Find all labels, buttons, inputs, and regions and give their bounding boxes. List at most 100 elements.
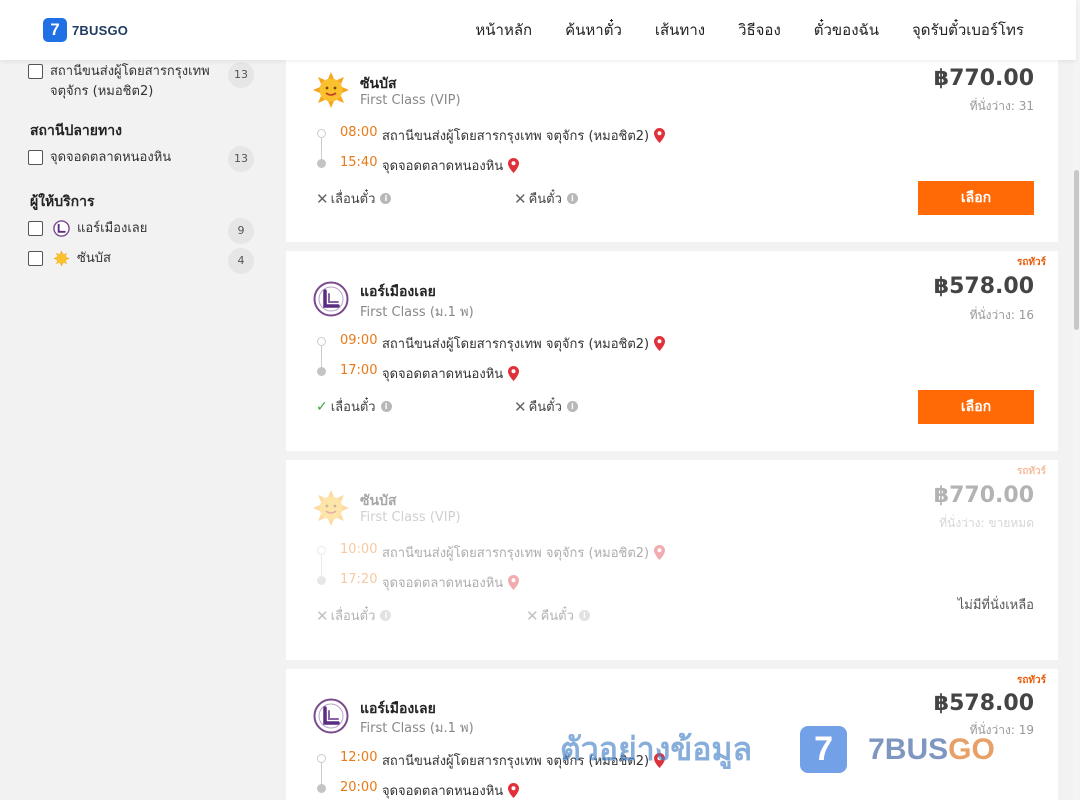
map-pin-icon[interactable] xyxy=(508,783,520,798)
filter-count: 13 xyxy=(228,62,254,88)
not-allowed-icon: ✕ xyxy=(514,397,527,416)
arrival-time: 20:00 xyxy=(340,780,378,795)
arrival-station: จุดจอดตลาดหนองหิน xyxy=(382,363,520,384)
air-mueang-loei-logo-icon xyxy=(313,281,349,317)
filter-origin-station[interactable]: สถานีขนส่งผู้โดยสารกรุงเทพ จตุจักร (หมอช… xyxy=(28,62,256,102)
nav-ticket-points[interactable]: จุดรับตั๋วเบอร์โทร xyxy=(912,18,1024,42)
map-pin-icon[interactable] xyxy=(654,336,666,351)
filter-count: 9 xyxy=(228,218,254,244)
watermark-text: ตัวอย่างข้อมูล xyxy=(560,730,753,768)
not-allowed-icon: ✕ xyxy=(526,606,539,625)
select-trip-button[interactable]: เลือก xyxy=(918,181,1034,215)
info-icon[interactable]: i xyxy=(380,193,392,204)
arrival-time: 15:40 xyxy=(340,155,378,170)
filter-label: จุดจอดตลาดหนองหิน xyxy=(50,150,172,165)
bus-type-tag: รถทัวร์ xyxy=(1016,257,1046,268)
main-nav: หน้าหลัก ค้นหาตั๋ว เส้นทาง วิธีจอง ตั๋วข… xyxy=(442,0,1024,60)
filter-provider-sunbus[interactable]: ซันบัส 4 xyxy=(28,248,256,274)
trip-price: ฿770.00 xyxy=(933,483,1034,508)
brand-logo[interactable]: 7 7BUSGO xyxy=(43,18,128,42)
departure-time: 08:00 xyxy=(340,125,378,140)
arrival-station: จุดจอดตลาดหนองหิน xyxy=(382,780,520,800)
checkbox[interactable] xyxy=(28,64,43,79)
info-icon[interactable]: i xyxy=(380,610,392,621)
watermark-logo-mark: 7 xyxy=(800,726,848,773)
no-seats-status: ไม่มีที่นั่งเหลือ xyxy=(957,598,1034,613)
seats-available: ที่นั่งว่าง: ขายหมด xyxy=(939,516,1034,530)
filter-label: แอร์เมืองเลย xyxy=(77,221,148,236)
trip-price: ฿770.00 xyxy=(933,66,1034,91)
nav-routes[interactable]: เส้นทาง xyxy=(655,18,705,42)
filter-count: 4 xyxy=(228,248,254,274)
operator-name: ซันบัส xyxy=(360,76,397,92)
scrollbar-thumb[interactable] xyxy=(1074,170,1079,330)
filter-count: 13 xyxy=(228,146,254,172)
refund-ticket-policy: ✕ คืนตั๋ว i xyxy=(526,605,590,626)
filter-destination-station[interactable]: จุดจอดตลาดหนองหิน 13 xyxy=(28,146,256,172)
page-scrollbar[interactable] xyxy=(1073,0,1080,800)
filter-label: สถานีขนส่งผู้โดยสารกรุงเทพ จตุจักร (หมอช… xyxy=(50,64,210,99)
refund-ticket-policy: ✕ คืนตั๋ว i xyxy=(514,396,578,417)
provider-filter-title: ผู้ให้บริการ xyxy=(30,194,95,210)
not-allowed-icon: ✕ xyxy=(316,606,329,625)
brand-logo-text: 7BUSGO xyxy=(72,22,129,38)
trip-card-sold-out: รถทัวร์ ซันบัส First Class (VIP) ฿770.00… xyxy=(286,460,1058,660)
change-ticket-policy: ✕ เลื่อนตั๋ว i xyxy=(316,605,392,626)
sunbus-sun-logo-icon xyxy=(313,72,349,108)
seats-available: ที่นั่งว่าง: 31 xyxy=(969,99,1034,113)
nav-how-to-book[interactable]: วิธีจอง xyxy=(738,18,781,42)
change-ticket-policy: ✕ เลื่อนตั๋ว i xyxy=(316,188,392,209)
watermark-brand: 7BUSGO xyxy=(868,732,995,766)
arrival-station: จุดจอดตลาดหนองหิน xyxy=(382,572,520,593)
nav-my-tickets[interactable]: ตั๋วของฉัน xyxy=(814,18,879,42)
departure-station: สถานีขนส่งผู้โดยสารกรุงเทพ จตุจักร (หมอช… xyxy=(382,333,666,354)
change-ticket-policy: ✓ เลื่อนตั๋ว i xyxy=(316,396,392,417)
info-icon[interactable]: i xyxy=(566,401,578,412)
departure-time: 10:00 xyxy=(340,542,378,557)
check-icon: ✓ xyxy=(316,398,328,415)
map-pin-icon[interactable] xyxy=(508,158,520,173)
map-pin-icon[interactable] xyxy=(508,366,520,381)
trip-card: รถทัวร์ แอร์เมืองเลย First Class (ม.1 พ)… xyxy=(286,251,1058,451)
bus-class: First Class (ม.1 พ) xyxy=(360,305,474,320)
checkbox[interactable] xyxy=(28,221,43,236)
arrival-time: 17:20 xyxy=(340,572,378,587)
not-allowed-icon: ✕ xyxy=(514,189,527,208)
destination-filter-title: สถานีปลายทาง xyxy=(30,123,122,139)
operator-name: แอร์เมืองเลย xyxy=(360,284,436,300)
bus-type-tag: รถทัวร์ xyxy=(1016,466,1046,477)
map-pin-icon[interactable] xyxy=(654,545,666,560)
arrival-time: 17:00 xyxy=(340,363,378,378)
not-allowed-icon: ✕ xyxy=(316,189,329,208)
departure-time: 09:00 xyxy=(340,333,378,348)
sunbus-sun-logo-icon xyxy=(313,490,349,526)
sample-data-watermark: ตัวอย่างข้อมูล 7 7BUSGO xyxy=(560,724,995,775)
trip-price: ฿578.00 xyxy=(933,274,1034,299)
departure-time: 12:00 xyxy=(340,750,378,765)
bus-class: First Class (VIP) xyxy=(360,510,461,525)
info-icon[interactable]: i xyxy=(566,193,578,204)
select-trip-button[interactable]: เลือก xyxy=(918,390,1034,424)
trip-card: ซันบัส First Class (VIP) ฿770.00 ที่นั่ง… xyxy=(286,60,1058,242)
sunbus-sun-logo-icon xyxy=(53,250,70,267)
filter-provider-air-mueang-loei[interactable]: แอร์เมืองเลย 9 xyxy=(28,218,256,244)
info-icon[interactable]: i xyxy=(380,401,392,412)
checkbox[interactable] xyxy=(28,150,43,165)
brand-logo-mark: 7 xyxy=(43,18,67,42)
nav-home[interactable]: หน้าหลัก xyxy=(475,18,532,42)
refund-ticket-policy: ✕ คืนตั๋ว i xyxy=(514,188,578,209)
checkbox[interactable] xyxy=(28,251,43,266)
departure-station: สถานีขนส่งผู้โดยสารกรุงเทพ จตุจักร (หมอช… xyxy=(382,125,666,146)
operator-name: ซันบัส xyxy=(360,493,397,509)
bus-type-tag: รถทัวร์ xyxy=(1016,675,1046,686)
info-icon[interactable]: i xyxy=(578,610,590,621)
nav-search-ticket[interactable]: ค้นหาตั๋ว xyxy=(565,18,622,42)
map-pin-icon[interactable] xyxy=(654,128,666,143)
air-mueang-loei-logo-icon xyxy=(313,698,349,734)
bus-class: First Class (ม.1 พ) xyxy=(360,721,474,736)
air-mueang-loei-logo-icon xyxy=(53,220,70,237)
departure-station: สถานีขนส่งผู้โดยสารกรุงเทพ จตุจักร (หมอช… xyxy=(382,542,666,563)
bus-class: First Class (VIP) xyxy=(360,93,461,108)
map-pin-icon[interactable] xyxy=(508,575,520,590)
top-header: 7 7BUSGO หน้าหลัก ค้นหาตั๋ว เส้นทาง วิธี… xyxy=(0,0,1076,60)
